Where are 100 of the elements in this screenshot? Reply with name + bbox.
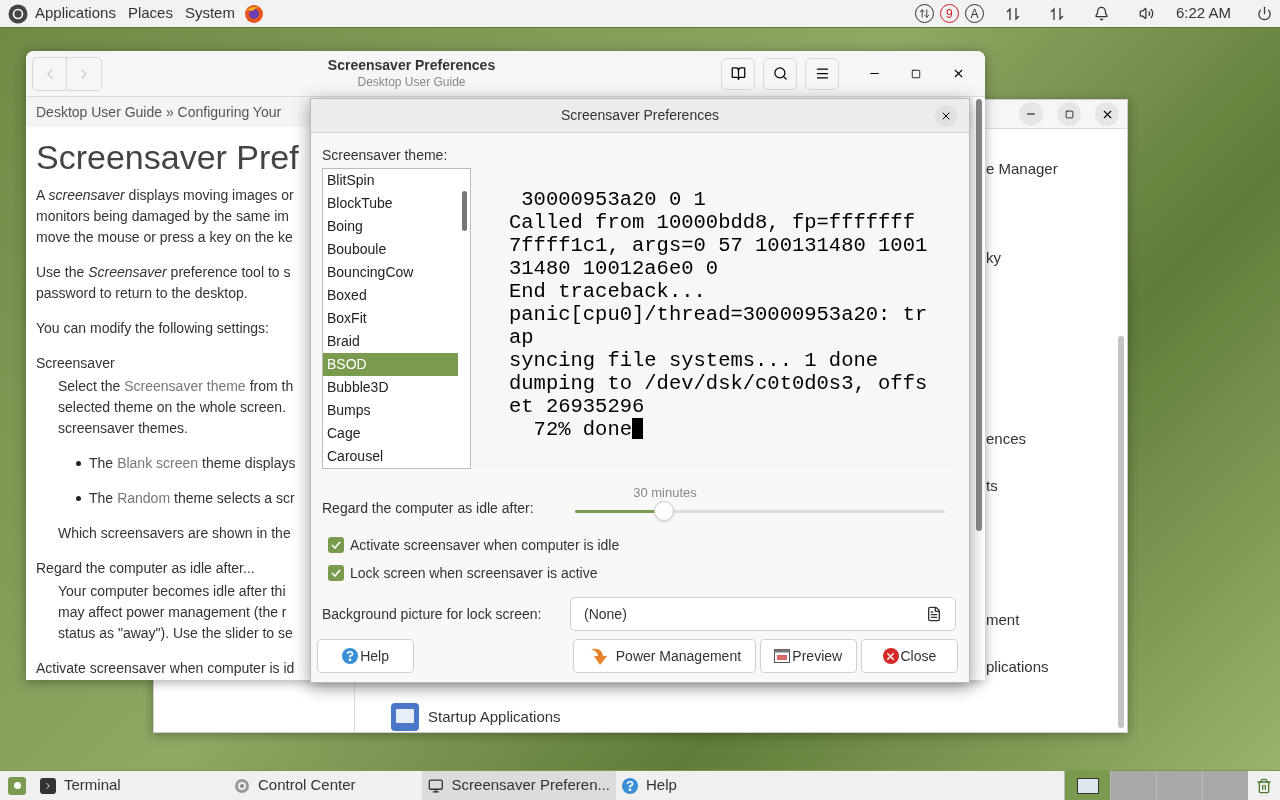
- close-button[interactable]: [1095, 102, 1119, 126]
- bullet-icon: [76, 496, 81, 501]
- menu-button[interactable]: [805, 57, 839, 90]
- preview-text: End traceback...: [509, 280, 706, 303]
- launcher-label[interactable]: e Manager: [986, 159, 1058, 179]
- taskbar-button[interactable]: Help: [616, 771, 683, 800]
- checkbox[interactable]: [328, 537, 344, 553]
- bookmarks-button[interactable]: [721, 57, 755, 90]
- panel-menu[interactable]: Places: [127, 2, 173, 25]
- dialog-button[interactable]: Power Management: [573, 639, 756, 673]
- window-app-icon: [390, 702, 420, 732]
- preview-text: Called from 10000bdd8, fp=fffffff: [509, 211, 915, 234]
- breadcrumb: Desktop User Guide » Configuring Your: [36, 102, 282, 122]
- launcher-label[interactable]: ky: [986, 248, 1001, 268]
- theme-item[interactable]: BlitSpin: [323, 169, 458, 192]
- help-text: You can modify the following settings:: [36, 319, 269, 338]
- taskbar-button[interactable]: Control Center: [228, 771, 422, 800]
- slider-thumb[interactable]: [653, 501, 674, 521]
- preview-text: 72% done: [532, 418, 633, 441]
- help-icon: [342, 648, 359, 664]
- window-thumbnail-icon: [1076, 777, 1099, 794]
- clock[interactable]: 6:22 AM: [1175, 2, 1231, 25]
- minimize-button[interactable]: [1019, 102, 1043, 126]
- theme-item[interactable]: Carousel: [323, 445, 458, 468]
- launcher-label[interactable]: ences: [986, 429, 1027, 449]
- theme-item[interactable]: Boing: [323, 215, 458, 238]
- help-text: screensaver themes.: [58, 419, 188, 438]
- scrollbar[interactable]: [461, 191, 467, 231]
- help-link[interactable]: Blank screen: [117, 453, 199, 474]
- cursor-icon: [632, 418, 644, 439]
- preview-text: ap: [509, 326, 534, 349]
- help-text: The: [89, 489, 114, 508]
- theme-item[interactable]: Bouboule: [323, 238, 458, 261]
- help-text: selected theme on the whole screen.: [58, 398, 287, 417]
- panel-menu[interactable]: Applications: [35, 2, 116, 25]
- power-icon[interactable]: [1257, 6, 1272, 21]
- search-button[interactable]: [763, 57, 797, 90]
- monitor-icon: [428, 777, 444, 794]
- maximize-icon: [911, 68, 921, 79]
- theme-item[interactable]: BouncingCow: [323, 261, 458, 284]
- help-text: Use the Screensaver preference tool to s: [36, 263, 291, 282]
- taskbar-button[interactable]: Screensaver Preferen...: [422, 771, 616, 800]
- browser-icon[interactable]: [243, 3, 264, 24]
- help-text: monitors being damaged by the same im: [36, 207, 289, 226]
- checkbox-label: Activate screensaver when computer is idle: [350, 535, 620, 555]
- help-text: status as "away"). Use the slider to se: [58, 624, 293, 643]
- dialog-button[interactable]: Close: [860, 639, 958, 673]
- help-text: Which screensavers are shown in the: [58, 524, 291, 543]
- close-button[interactable]: [935, 104, 957, 127]
- help-text: may affect power management (the r: [58, 603, 287, 622]
- launcher-label[interactable]: ment: [986, 610, 1020, 630]
- field-label: Background picture for lock screen:: [322, 604, 543, 624]
- panel-menu[interactable]: System: [184, 2, 235, 25]
- network-icon[interactable]: [1005, 5, 1020, 22]
- dialog-button[interactable]: Help: [317, 639, 415, 673]
- window-subtitle: Desktop User Guide: [357, 74, 466, 90]
- theme-item[interactable]: Cage: [323, 422, 458, 445]
- background-field[interactable]: (None): [570, 597, 956, 631]
- scrollbar[interactable]: [1118, 336, 1124, 728]
- search-icon: [772, 66, 788, 81]
- scrollbar[interactable]: [976, 99, 982, 531]
- network-icon[interactable]: [1049, 5, 1064, 22]
- maximize-icon: [1064, 109, 1074, 119]
- field-label: Screensaver theme:: [322, 146, 449, 165]
- idle-slider[interactable]: [575, 501, 945, 521]
- help-text: Regard the computer as idle after...: [36, 559, 255, 578]
- gear-icon: [234, 777, 250, 794]
- help-text: password to return to the desktop.: [36, 284, 248, 303]
- preview-text: et 26935296: [509, 395, 645, 418]
- volume-icon[interactable]: [1138, 6, 1154, 21]
- checkbox-label: Lock screen when screensaver is active: [350, 563, 598, 583]
- help-icon: [622, 777, 638, 794]
- terminal-icon: [40, 777, 56, 794]
- help-link[interactable]: Screensaver theme: [124, 376, 246, 397]
- theme-item[interactable]: Bumps: [323, 399, 458, 422]
- notification-icon[interactable]: [1093, 6, 1109, 21]
- field-label: Regard the computer as idle after:: [322, 498, 535, 518]
- maximize-button[interactable]: [1057, 102, 1081, 126]
- file-icon: [926, 606, 942, 622]
- launcher-label[interactable]: Startup Applications: [428, 705, 561, 729]
- help-text: from th: [249, 377, 294, 396]
- help-link[interactable]: Random: [117, 488, 171, 509]
- workspace[interactable]: [1064, 771, 1110, 800]
- launcher-label[interactable]: ts: [986, 476, 998, 496]
- show-desktop-icon[interactable]: [8, 776, 26, 795]
- launcher-label[interactable]: plications: [986, 657, 1049, 677]
- help-text: Select the: [58, 377, 121, 396]
- preview-text: syncing file systems... 1 done: [509, 349, 879, 372]
- logo-icon[interactable]: [8, 3, 28, 24]
- checkbox[interactable]: [328, 565, 344, 581]
- preview-text: 30000953a20 0 1: [520, 188, 706, 211]
- theme-item[interactable]: Braid: [323, 330, 458, 353]
- slider-value: 30 minutes: [632, 485, 698, 501]
- theme-item[interactable]: Boxed: [323, 284, 458, 307]
- taskbar-button[interactable]: Terminal: [34, 771, 228, 800]
- theme-item[interactable]: BlockTube: [323, 192, 458, 215]
- dialog-button[interactable]: Preview: [759, 639, 857, 673]
- theme-item[interactable]: BoxFit: [323, 307, 458, 330]
- bullet-icon: [76, 461, 81, 466]
- theme-item[interactable]: Bubble3D: [323, 376, 458, 399]
